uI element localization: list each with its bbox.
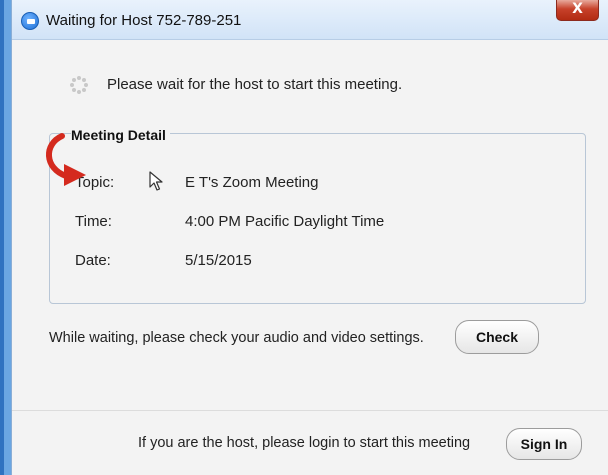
topic-value: E T's Zoom Meeting: [185, 174, 319, 191]
loading-spinner-icon: [70, 76, 88, 94]
check-button[interactable]: Check: [455, 320, 539, 354]
host-login-hint: If you are the host, please login to sta…: [138, 435, 471, 451]
wait-message: Please wait for the host to start this m…: [107, 76, 403, 93]
time-label: Time:: [75, 213, 112, 230]
zoom-logo-icon: [21, 12, 39, 30]
mouse-pointer-icon: [149, 171, 163, 191]
window-edge: [0, 0, 11, 475]
sign-in-button[interactable]: Sign In: [506, 428, 582, 460]
close-button[interactable]: X: [556, 0, 599, 21]
date-label: Date:: [75, 252, 111, 269]
curved-arrow-icon: [46, 133, 86, 186]
footer-divider: [12, 410, 608, 411]
waiting-for-host-dialog: Waiting for Host 752-789-251 X Please wa…: [11, 0, 608, 475]
date-value: 5/15/2015: [185, 252, 252, 269]
settings-hint: While waiting, please check your audio a…: [49, 330, 424, 346]
time-value: 4:00 PM Pacific Daylight Time: [185, 213, 385, 230]
title-bar[interactable]: Waiting for Host 752-789-251 X: [12, 0, 608, 40]
window-title: Waiting for Host 752-789-251: [46, 12, 242, 29]
